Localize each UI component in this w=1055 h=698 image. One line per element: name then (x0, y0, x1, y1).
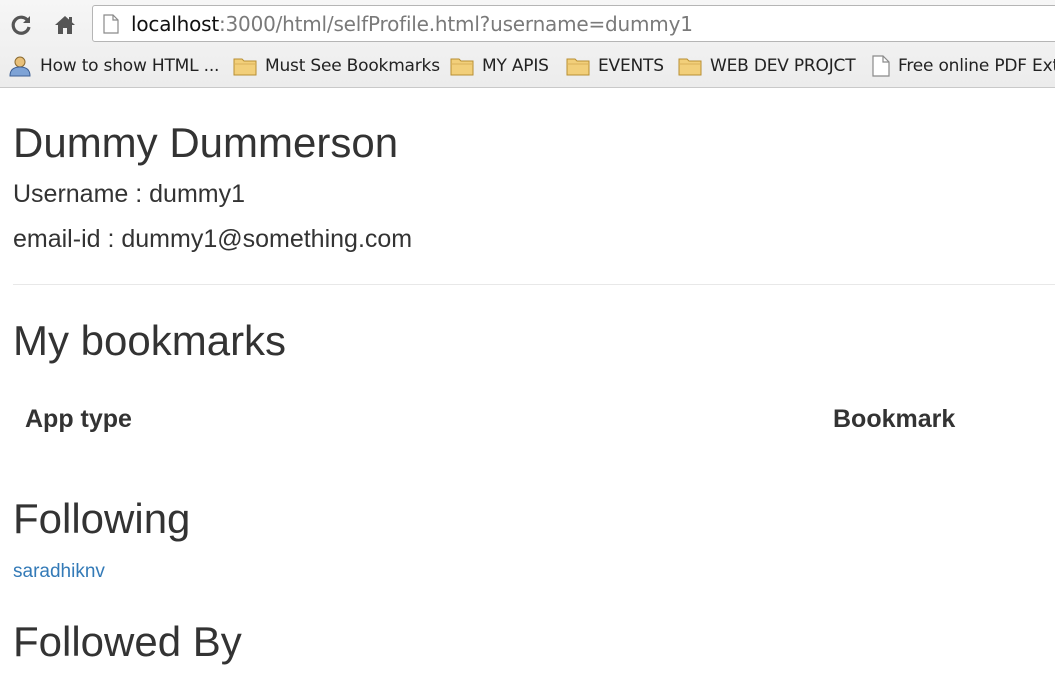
folder-icon (450, 56, 474, 76)
bookmark-folder-my-apis[interactable]: MY APIS (450, 54, 549, 78)
bookmark-label: Free online PDF Ext (898, 56, 1055, 76)
url-text: localhost:3000/html/selfProfile.html?use… (131, 11, 693, 37)
folder-icon (566, 56, 590, 76)
page-icon (872, 55, 890, 77)
bookmark-folder-events[interactable]: EVENTS (566, 54, 664, 78)
bookmark-free-online-pdf[interactable]: Free online PDF Ext (872, 54, 1055, 78)
bookmark-label: MY APIS (482, 56, 549, 76)
home-button[interactable] (52, 12, 78, 38)
profile-full-name: Dummy Dummerson (13, 119, 399, 166)
folder-icon (678, 56, 702, 76)
following-title: Following (13, 495, 191, 542)
bookmark-label: Must See Bookmarks (265, 56, 440, 76)
bookmark-label: EVENTS (598, 56, 664, 76)
url-host: localhost (131, 12, 219, 36)
reload-icon (11, 15, 31, 35)
reload-button[interactable] (8, 12, 34, 38)
bookmarks-bar: How to show HTML ... Must See Bookmarks … (0, 50, 1055, 82)
user-icon (8, 55, 32, 77)
divider (13, 284, 1055, 285)
bookmark-folder-must-see[interactable]: Must See Bookmarks (233, 54, 440, 78)
bookmark-folder-web-dev-projct[interactable]: WEB DEV PROJCT (678, 54, 856, 78)
following-user-link[interactable]: saradhiknv (13, 560, 105, 584)
browser-chrome: localhost:3000/html/selfProfile.html?use… (0, 0, 1055, 88)
url-path: :3000/html/selfProfile.html?username=dum… (218, 12, 693, 36)
bookmark-label: WEB DEV PROJCT (710, 56, 856, 76)
followed-by-title: Followed By (13, 618, 242, 665)
home-icon (55, 16, 75, 34)
my-bookmarks-title: My bookmarks (13, 317, 287, 364)
bookmark-label: How to show HTML ... (40, 56, 220, 76)
profile-username: Username : dummy1 (13, 180, 246, 208)
folder-icon (233, 56, 257, 76)
page-icon (103, 14, 119, 39)
address-bar[interactable]: localhost:3000/html/selfProfile.html?use… (92, 5, 1055, 42)
bookmark-how-to-show-html[interactable]: How to show HTML ... (8, 54, 219, 78)
column-header-bookmark: Bookmark (833, 405, 956, 433)
column-header-app-type: App type (25, 405, 132, 433)
profile-email: email-id : dummy1@something.com (13, 225, 413, 253)
